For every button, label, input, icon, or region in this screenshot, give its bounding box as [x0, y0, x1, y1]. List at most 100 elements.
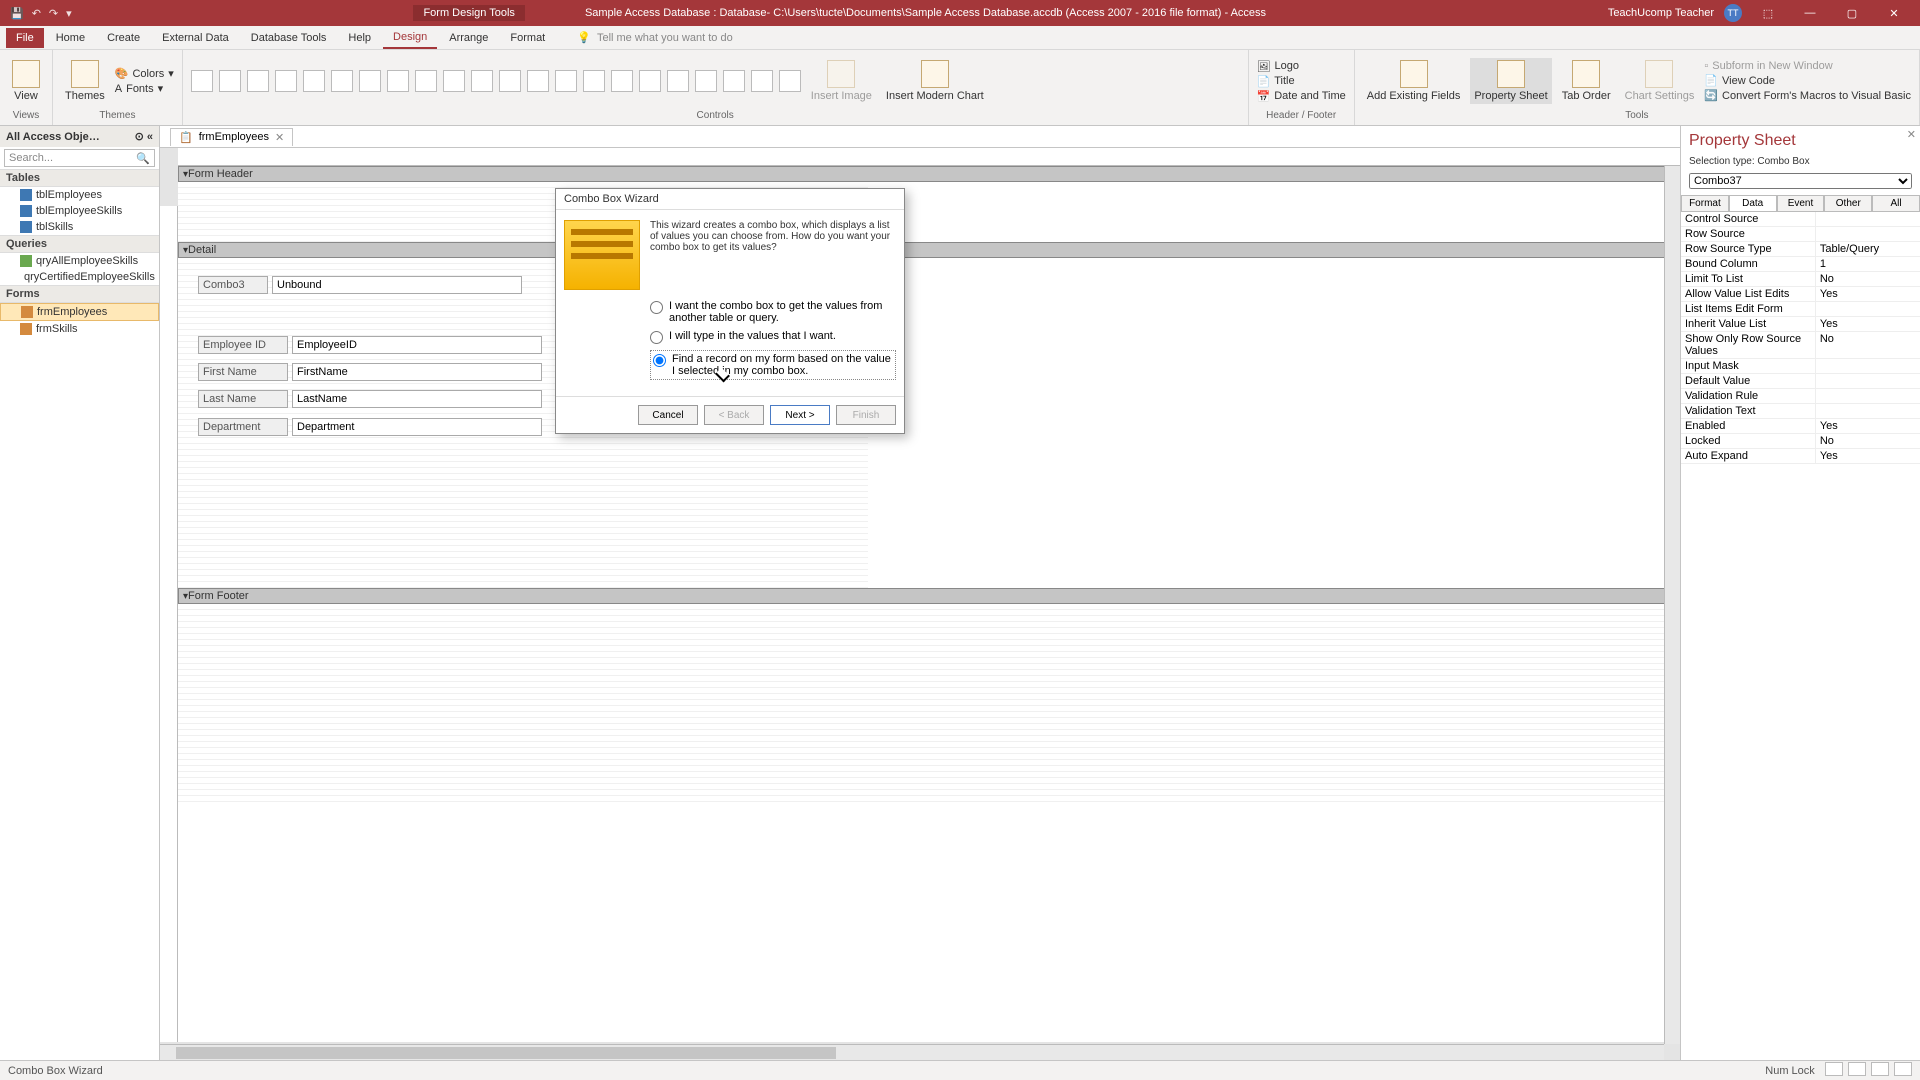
field-lastname[interactable]: Last NameLastName	[198, 390, 542, 408]
property-sheet-button[interactable]: Property Sheet	[1470, 58, 1551, 104]
prop-tab-all[interactable]: All	[1872, 195, 1920, 211]
tab-format[interactable]: Format	[500, 28, 555, 48]
prop-tab-event[interactable]: Event	[1777, 195, 1825, 211]
prop-tab-data[interactable]: Data	[1729, 195, 1777, 211]
form-view-icon[interactable]	[1825, 1062, 1843, 1076]
prop-value[interactable]: No	[1815, 434, 1920, 448]
prop-row[interactable]: Validation Text	[1681, 404, 1920, 419]
nav-item-tblskills[interactable]: tblSkills	[0, 219, 159, 235]
convert-macros-button[interactable]: 🔄 Convert Form's Macros to Visual Basic	[1704, 89, 1911, 102]
tell-me-search[interactable]: 💡 Tell me what you want to do	[577, 31, 732, 44]
prop-value[interactable]: Yes	[1815, 419, 1920, 433]
prop-row[interactable]: Row Source	[1681, 227, 1920, 242]
wizard-option-table[interactable]: I want the combo box to get the values f…	[650, 300, 896, 324]
insert-chart-button[interactable]: Insert Modern Chart	[882, 58, 988, 104]
document-tab[interactable]: 📋 frmEmployees ✕	[170, 128, 293, 146]
prop-value[interactable]	[1815, 359, 1920, 373]
section-footer[interactable]	[178, 604, 1680, 804]
combo-value[interactable]: Unbound	[272, 276, 522, 294]
prop-row[interactable]: Limit To ListNo	[1681, 272, 1920, 287]
prop-value[interactable]	[1815, 302, 1920, 316]
textbox-tool-icon[interactable]	[219, 70, 241, 92]
prop-row[interactable]: List Items Edit Form	[1681, 302, 1920, 317]
horizontal-ruler[interactable]	[178, 148, 1680, 166]
tab-external-data[interactable]: External Data	[152, 28, 239, 48]
more-tool-icon[interactable]	[779, 70, 801, 92]
prop-value[interactable]: Table/Query	[1815, 242, 1920, 256]
field-label[interactable]: Last Name	[198, 390, 288, 408]
minimize-icon[interactable]: —	[1794, 7, 1826, 19]
prop-value[interactable]	[1815, 389, 1920, 403]
prop-value[interactable]	[1815, 212, 1920, 226]
close-tab-icon[interactable]: ✕	[275, 131, 284, 144]
image-tool-icon[interactable]	[611, 70, 633, 92]
subform-tool-icon[interactable]	[695, 70, 717, 92]
nav-search[interactable]: Search... 🔍	[4, 149, 155, 167]
nav-item-tblemployees[interactable]: tblEmployees	[0, 187, 159, 203]
field-employeeid[interactable]: Employee IDEmployeeID	[198, 336, 542, 354]
tab-create[interactable]: Create	[97, 28, 150, 48]
field-label[interactable]: Department	[198, 418, 288, 436]
object-selector[interactable]: Combo37	[1689, 173, 1912, 189]
label-tool-icon[interactable]	[247, 70, 269, 92]
field-firstname[interactable]: First NameFirstName	[198, 363, 542, 381]
nav-tool-icon[interactable]	[359, 70, 381, 92]
field-control[interactable]: Department	[292, 418, 542, 436]
tab-file[interactable]: File	[6, 28, 44, 48]
prop-value[interactable]	[1815, 227, 1920, 241]
tab-order-button[interactable]: Tab Order	[1558, 58, 1615, 104]
datasheet-view-icon[interactable]	[1848, 1062, 1866, 1076]
insert-image-button[interactable]: Insert Image	[807, 58, 876, 104]
prop-value[interactable]: Yes	[1815, 317, 1920, 331]
close-icon[interactable]: ✕	[1878, 7, 1910, 20]
tab-help[interactable]: Help	[338, 28, 381, 48]
nav-cat-tables[interactable]: Tables	[0, 169, 159, 187]
chart-settings-button[interactable]: Chart Settings	[1621, 58, 1699, 104]
next-button[interactable]: Next >	[770, 405, 830, 425]
nav-cat-forms[interactable]: Forms	[0, 285, 159, 303]
section-footer-band[interactable]: ▾ Form Footer	[178, 588, 1680, 604]
field-control[interactable]: FirstName	[292, 363, 542, 381]
nav-item-tblemployeeskills[interactable]: tblEmployeeSkills	[0, 203, 159, 219]
field-department[interactable]: DepartmentDepartment	[198, 418, 542, 436]
combo-tool-icon[interactable]	[387, 70, 409, 92]
prop-tab-other[interactable]: Other	[1824, 195, 1872, 211]
prop-row[interactable]: Control Source	[1681, 212, 1920, 227]
tab-design[interactable]: Design	[383, 27, 437, 49]
redo-icon[interactable]: ↷	[49, 7, 58, 20]
nav-cat-queries[interactable]: Queries	[0, 235, 159, 253]
nav-item-frmskills[interactable]: frmSkills	[0, 321, 159, 337]
ribbon-options-icon[interactable]: ⬚	[1752, 7, 1784, 20]
object-dropdown[interactable]: Combo37	[1689, 173, 1912, 189]
finish-button[interactable]: Finish	[836, 405, 896, 425]
nav-item-qrycertifiedemployeeskills[interactable]: qryCertifiedEmployeeSkills	[0, 269, 159, 285]
prop-row[interactable]: Validation Rule	[1681, 389, 1920, 404]
add-fields-button[interactable]: Add Existing Fields	[1363, 58, 1465, 104]
prop-row[interactable]: Row Source TypeTable/Query	[1681, 242, 1920, 257]
line-tool-icon[interactable]	[471, 70, 493, 92]
prop-value[interactable]: Yes	[1815, 287, 1920, 301]
back-button[interactable]: < Back	[704, 405, 764, 425]
prop-row[interactable]: Allow Value List EditsYes	[1681, 287, 1920, 302]
radio-tool-icon[interactable]	[667, 70, 689, 92]
prop-row[interactable]: EnabledYes	[1681, 419, 1920, 434]
prop-value[interactable]: No	[1815, 332, 1920, 358]
avatar[interactable]: TT	[1724, 4, 1742, 22]
prop-row[interactable]: Inherit Value ListYes	[1681, 317, 1920, 332]
qat-more-icon[interactable]: ▾	[66, 7, 72, 20]
datetime-button[interactable]: 📅 Date and Time	[1257, 90, 1346, 103]
prop-value[interactable]: 1	[1815, 257, 1920, 271]
combo-label[interactable]: Combo3	[198, 276, 268, 294]
tab-arrange[interactable]: Arrange	[439, 28, 498, 48]
prop-value[interactable]: Yes	[1815, 449, 1920, 463]
colors-button[interactable]: 🎨 Colors ▾	[115, 67, 174, 80]
tab-database-tools[interactable]: Database Tools	[241, 28, 337, 48]
field-control[interactable]: LastName	[292, 390, 542, 408]
user-name[interactable]: TeachUcomp Teacher	[1608, 7, 1714, 19]
list-tool-icon[interactable]	[415, 70, 437, 92]
field-label[interactable]: First Name	[198, 363, 288, 381]
select-tool-icon[interactable]	[191, 70, 213, 92]
rect-tool-icon[interactable]	[527, 70, 549, 92]
cancel-button[interactable]: Cancel	[638, 405, 698, 425]
prop-value[interactable]	[1815, 404, 1920, 418]
